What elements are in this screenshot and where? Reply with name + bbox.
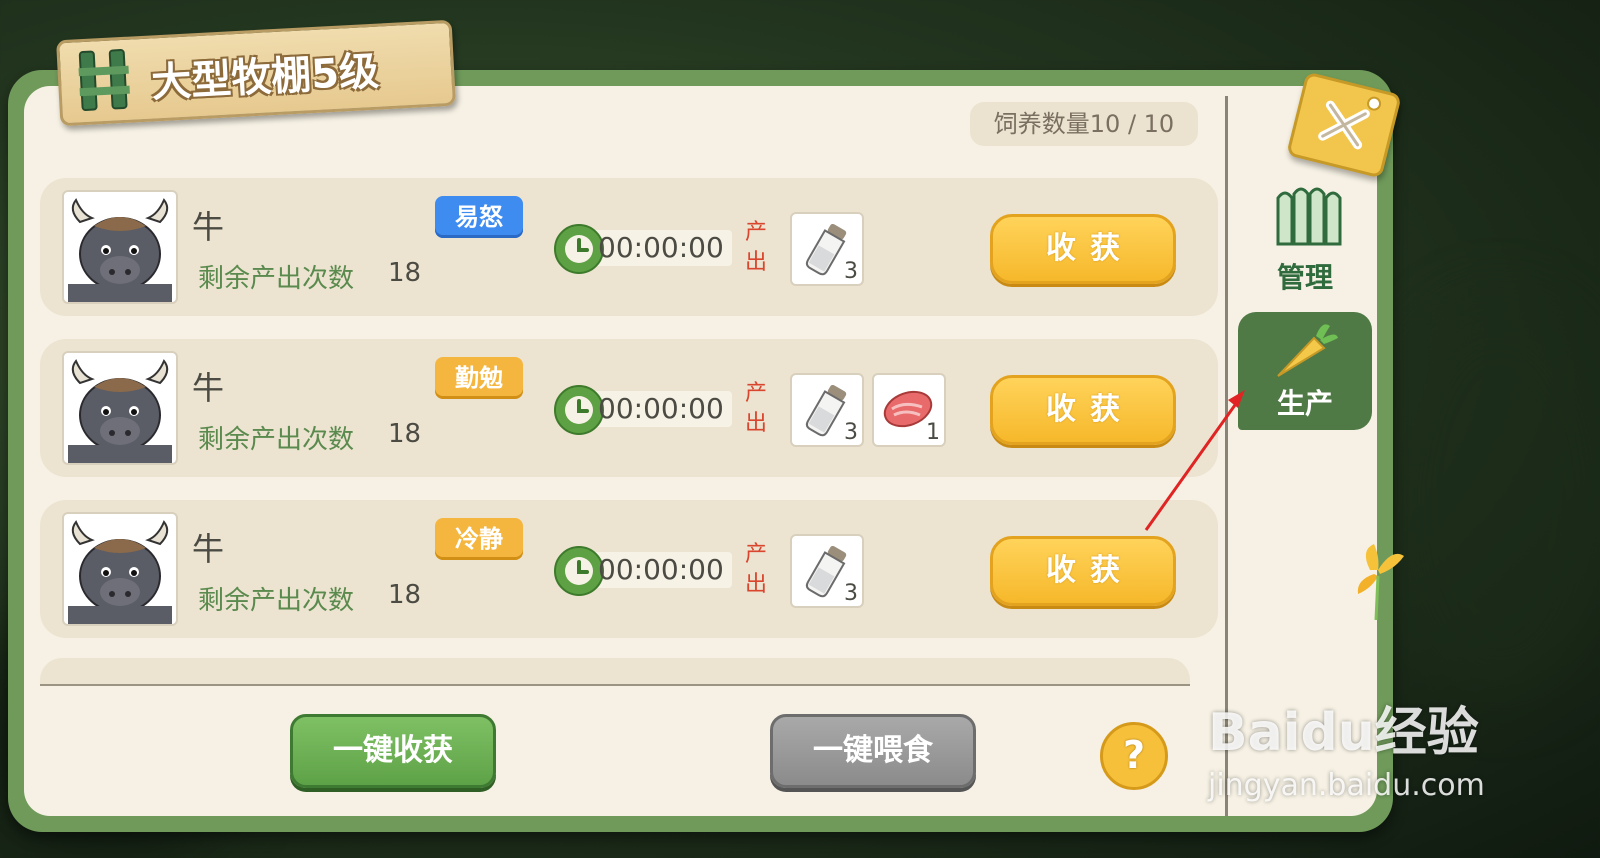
animal-name: 牛 (192, 208, 225, 246)
item-slot[interactable]: 3 (790, 212, 864, 286)
timer-text: 00:00:00 (598, 392, 724, 425)
timer-text: 00:00:00 (598, 231, 724, 264)
animal-row: 牛 剩余产出次数 18 冷静 00:00:00 产出 3 收获 (40, 500, 1218, 638)
cow-icon (68, 359, 172, 463)
watermark: Baidu经验 jingyan.baidu.com (1208, 690, 1528, 810)
timer: 00:00:00 (554, 546, 732, 596)
cow-icon (68, 198, 172, 302)
animal-row-partial (40, 658, 1190, 686)
item-count: 1 (926, 420, 940, 445)
trait-badge: 冷静 (435, 518, 523, 560)
clock-icon (554, 224, 604, 274)
item-count: 3 (844, 259, 858, 284)
cow-icon (68, 520, 172, 624)
item-count: 3 (844, 420, 858, 445)
remaining-count: 18 (388, 580, 422, 610)
fence-icon (1276, 187, 1342, 246)
animal-row: 牛 剩余产出次数 18 勤勉 00:00:00 产出 3 1 收获 (40, 339, 1218, 477)
clock-icon (554, 385, 604, 435)
timer-text: 00:00:00 (598, 553, 724, 586)
harvest-button[interactable]: 收获 (990, 214, 1176, 284)
carrot-icon (1277, 324, 1338, 377)
item-slot[interactable]: 3 (790, 373, 864, 447)
remaining-count: 18 (388, 258, 422, 288)
clock-icon (554, 546, 604, 596)
harvest-button[interactable]: 收获 (990, 536, 1176, 606)
output-label: 产出 (744, 381, 767, 436)
harvest-all-button[interactable]: 一键收获 (290, 714, 496, 788)
tab-produce[interactable]: 生产 (1238, 312, 1372, 430)
timer: 00:00:00 (554, 385, 732, 435)
animal-name: 牛 (192, 530, 225, 568)
page-title: 大型牧棚5级 (150, 48, 381, 107)
feed-all-button[interactable]: 一键喂食 (770, 714, 976, 788)
watermark-url: jingyan.baidu.com (1208, 768, 1485, 803)
item-slot[interactable]: 1 (872, 373, 946, 447)
cow-avatar (62, 351, 178, 465)
trait-badge: 勤勉 (435, 357, 523, 399)
tab-manage[interactable]: 管理 (1238, 184, 1372, 302)
close-icon (1318, 96, 1382, 150)
capacity-badge: 饲养数量10 / 10 (970, 102, 1198, 146)
item-slot[interactable]: 3 (790, 534, 864, 608)
animal-name: 牛 (192, 369, 225, 407)
cow-avatar (62, 190, 178, 304)
remaining-count: 18 (388, 419, 422, 449)
help-button[interactable]: ? (1100, 722, 1168, 790)
flower-icon (1357, 544, 1404, 620)
animal-row: 牛 剩余产出次数 18 易怒 00:00:00 产出 3 收获 (40, 178, 1218, 316)
watermark-brand: Baidu经验 (1208, 703, 1479, 763)
trait-badge: 易怒 (435, 196, 523, 238)
item-count: 3 (844, 581, 858, 606)
remaining-label: 剩余产出次数 (198, 586, 355, 616)
remaining-label: 剩余产出次数 (198, 264, 355, 294)
output-label: 产出 (744, 220, 767, 275)
output-label: 产出 (744, 542, 767, 597)
cow-avatar (62, 512, 178, 626)
timer: 00:00:00 (554, 224, 732, 274)
fence-icon (78, 49, 130, 111)
harvest-button[interactable]: 收获 (990, 375, 1176, 445)
tab-produce-label: 生产 (1276, 387, 1333, 420)
tab-manage-label: 管理 (1276, 261, 1333, 294)
remaining-label: 剩余产出次数 (198, 425, 355, 455)
